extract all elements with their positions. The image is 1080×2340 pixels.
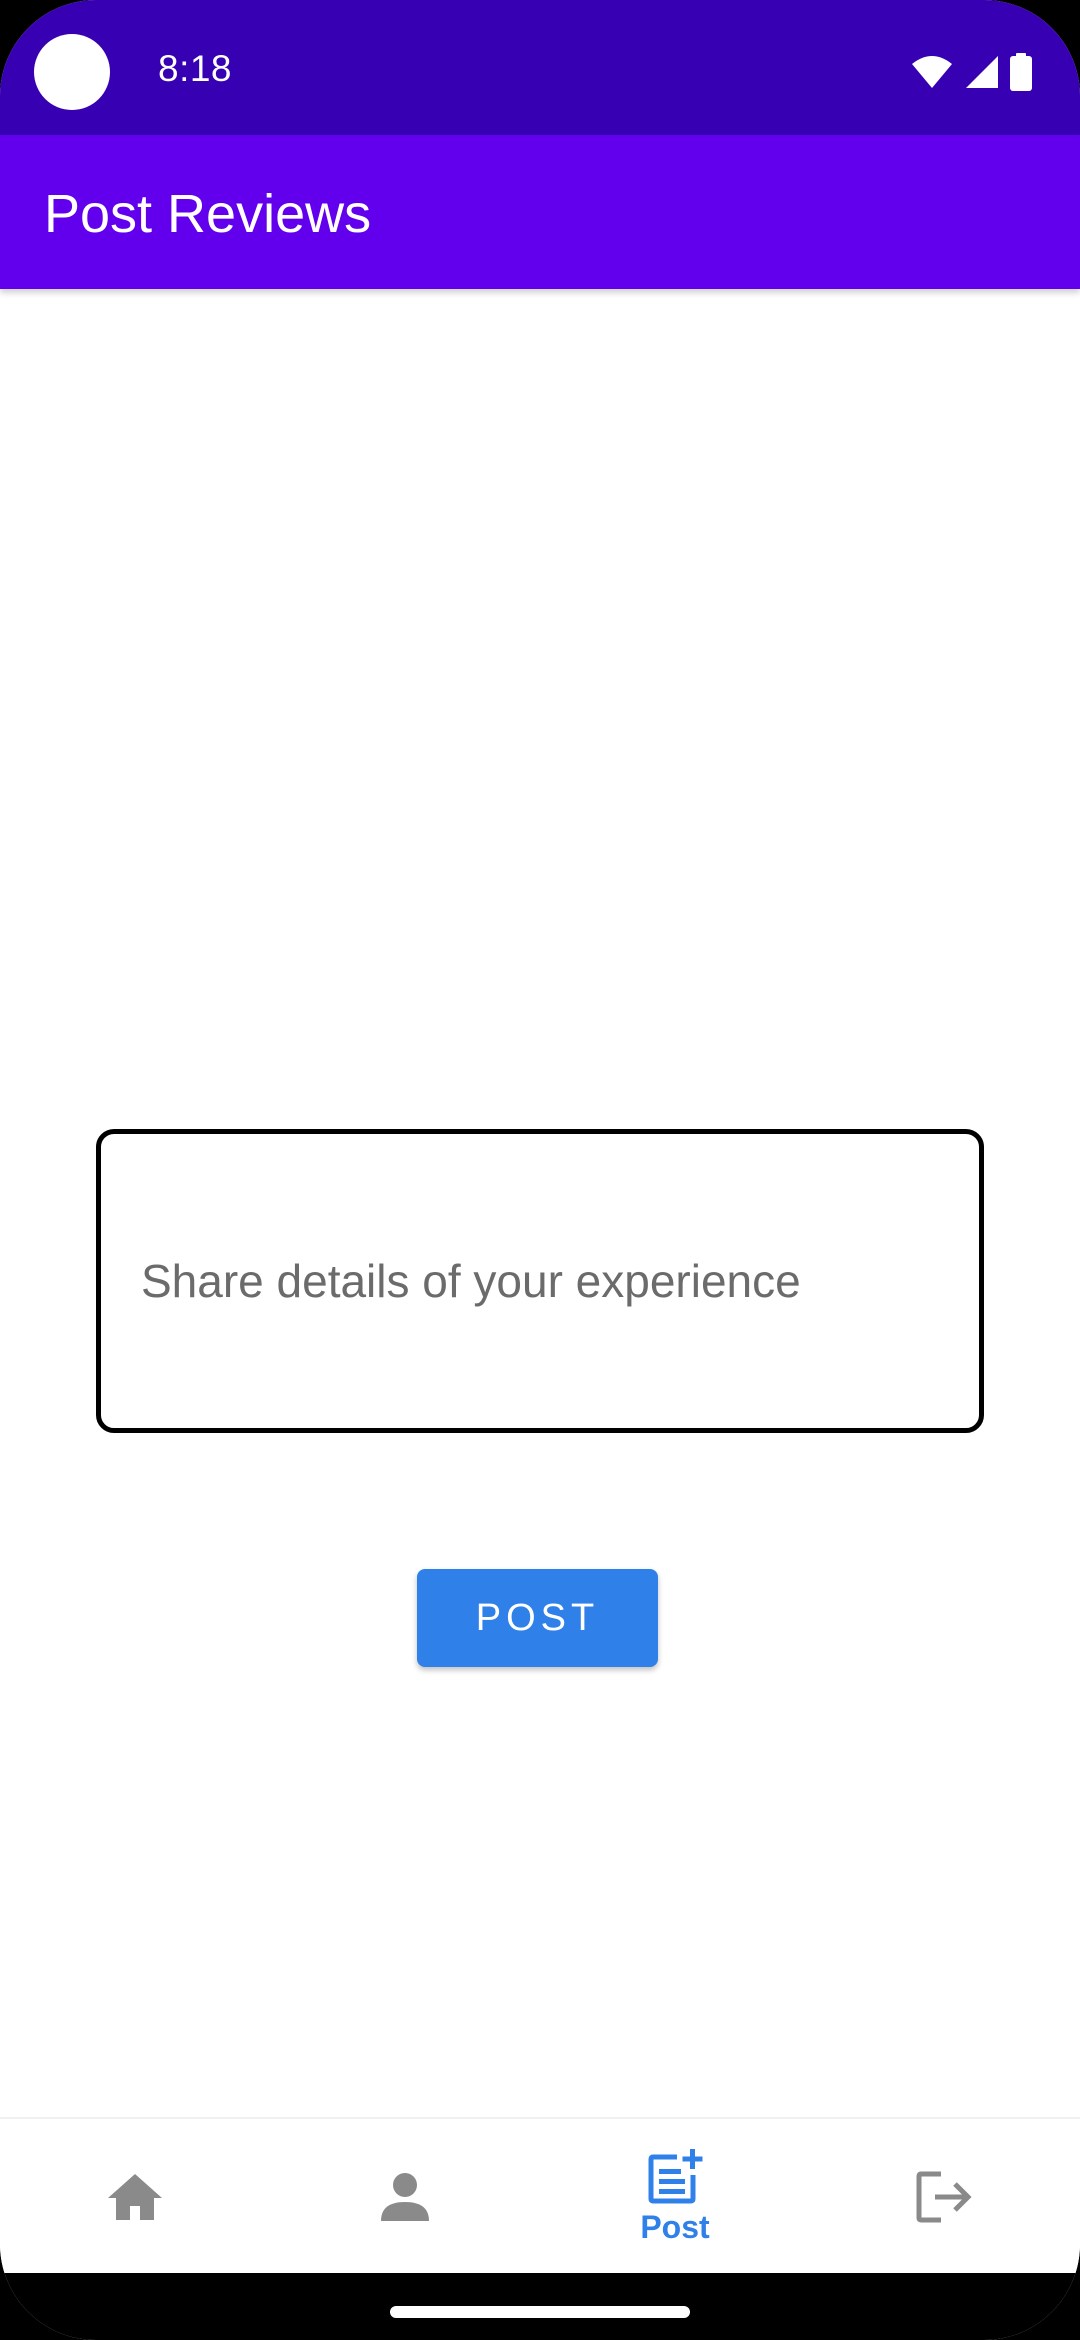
home-gesture-handle[interactable] <box>390 2306 690 2318</box>
gesture-navigation-bar <box>0 2273 1080 2340</box>
review-input-container <box>96 1129 984 1433</box>
bottom-navigation: Post <box>0 2117 1080 2273</box>
nav-item-profile[interactable] <box>270 2119 540 2275</box>
logout-icon <box>916 2171 972 2223</box>
camera-cutout <box>34 34 110 110</box>
person-icon <box>381 2173 429 2221</box>
review-input[interactable] <box>101 1134 979 1428</box>
nav-item-logout[interactable] <box>810 2119 1080 2275</box>
status-icons <box>910 52 1032 92</box>
post-button[interactable]: POST <box>417 1569 658 1667</box>
app-bar: Post Reviews <box>0 135 1080 289</box>
app-screen: 8:18 Post Reviews POST <box>0 0 1080 2340</box>
status-time: 8:18 <box>158 48 233 89</box>
battery-icon <box>1010 53 1032 91</box>
post-add-icon <box>648 2148 703 2203</box>
nav-item-post[interactable]: Post <box>540 2119 810 2275</box>
nav-item-post-label: Post <box>640 2208 710 2245</box>
nav-item-home[interactable] <box>0 2119 270 2275</box>
home-icon <box>108 2174 162 2220</box>
status-bar: 8:18 <box>0 0 1080 135</box>
page-title: Post Reviews <box>44 184 372 244</box>
cell-signal-icon <box>966 56 998 88</box>
wifi-icon <box>912 56 952 88</box>
